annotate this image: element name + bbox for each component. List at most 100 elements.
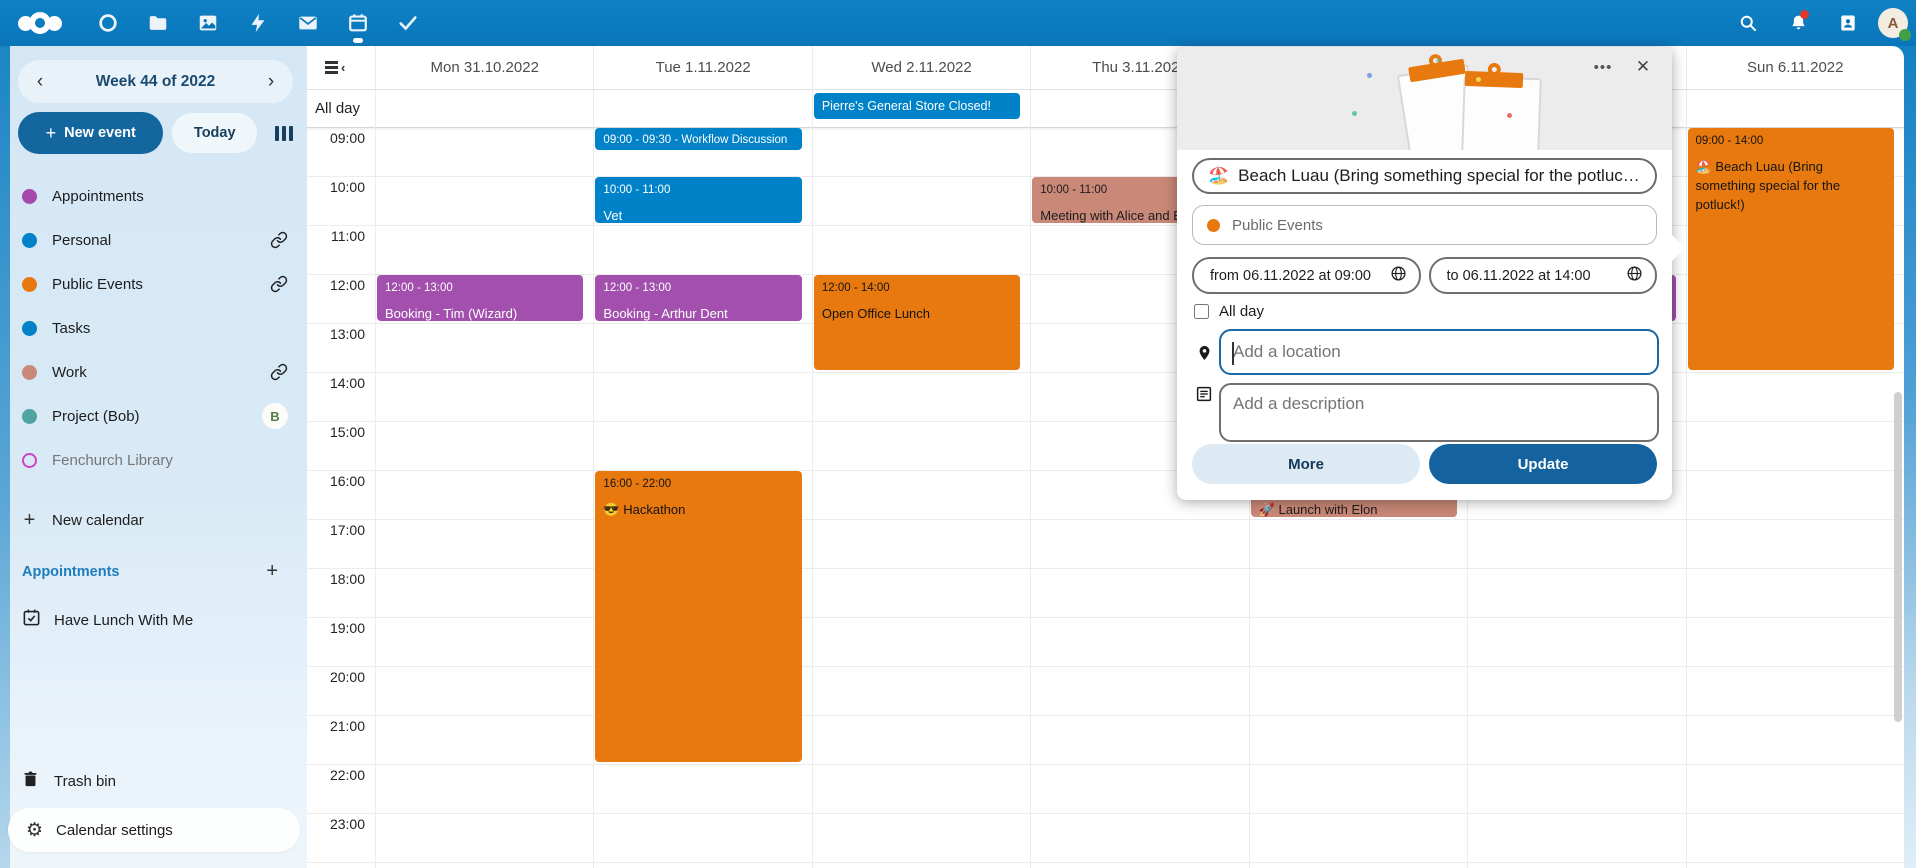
new-event-button[interactable]: + New event: [18, 112, 163, 154]
contacts-menu-icon[interactable]: [1828, 0, 1868, 46]
mail-app-icon[interactable]: [288, 0, 328, 46]
nextcloud-logo[interactable]: [18, 0, 62, 46]
sidebar-calendar-appointments[interactable]: Appointments: [10, 174, 300, 218]
all-day-event[interactable]: Pierre's General Store Closed!: [814, 93, 1020, 119]
all-day-cell-2[interactable]: Pierre's General Store Closed!: [812, 90, 1030, 127]
user-avatar[interactable]: A: [1878, 8, 1908, 38]
week-navigation: ‹ Week 44 of 2022 ›: [18, 60, 293, 103]
sidebar-calendar-personal[interactable]: Personal: [10, 218, 300, 262]
files-app-icon[interactable]: [138, 0, 178, 46]
all-day-checkbox[interactable]: [1194, 304, 1209, 319]
hour-label: 18:00: [330, 571, 365, 587]
calendar-app-icon[interactable]: [338, 0, 378, 46]
event-title-input[interactable]: 🏖️ Beach Luau (Bring something special f…: [1192, 158, 1657, 194]
sidebar-calendar-project-bob-[interactable]: Project (Bob)B: [10, 394, 300, 438]
section-title: Appointments: [22, 564, 266, 580]
day-column-6[interactable]: 09:00 - 14:00 🏖️ Beach Luau (Bring someth…: [1686, 127, 1904, 868]
update-button[interactable]: Update: [1429, 444, 1657, 484]
day-header-1[interactable]: Tue 1.11.2022: [593, 46, 811, 89]
contacts-app-icon[interactable]: [88, 0, 128, 46]
new-calendar-label: New calendar: [52, 512, 144, 529]
calendar-event[interactable]: 09:00 - 09:30 - Workflow Discussion: [595, 128, 801, 150]
nextcloud-calendar-app: A ‹ Week 44 of 2022 › + New event Today …: [0, 0, 1916, 868]
calendar-name: Work: [52, 364, 270, 381]
previous-week-button[interactable]: ‹: [18, 71, 62, 93]
share-link-icon[interactable]: [270, 275, 288, 293]
calendar-name: Project (Bob): [52, 408, 262, 425]
day-column-0[interactable]: 12:00 - 13:00Booking - Tim (Wizard): [375, 127, 593, 868]
calendar-event[interactable]: 12:00 - 14:00Open Office Lunch: [814, 275, 1020, 370]
calendar-color-dot: [22, 189, 37, 204]
hour-label: 09:00: [330, 130, 365, 146]
description-input[interactable]: [1221, 385, 1657, 440]
calendar-event[interactable]: 10:00 - 11:00Vet: [595, 177, 801, 223]
hour-label: 10:00: [330, 179, 365, 195]
event-time: 09:00 - 14:00: [1696, 133, 1886, 150]
event-time: 10:00 - 11:00: [603, 182, 793, 199]
search-icon[interactable]: [1728, 0, 1768, 46]
all-day-label: All day: [315, 90, 360, 127]
all-day-cell-1[interactable]: [593, 90, 811, 127]
day-header-2[interactable]: Wed 2.11.2022: [812, 46, 1030, 89]
day-column-2[interactable]: 12:00 - 14:00Open Office Lunch: [812, 127, 1030, 868]
calendar-name: Appointments: [52, 188, 288, 205]
sidebar-calendar-tasks[interactable]: Tasks: [10, 306, 300, 350]
event-editor-popup: + ••• ✕ 🏖️ Beach Luau (Bring something s…: [1177, 47, 1672, 500]
all-day-cell-0[interactable]: [375, 90, 593, 127]
more-button[interactable]: More: [1192, 444, 1420, 484]
sidebar-calendar-public-events[interactable]: Public Events: [10, 262, 300, 306]
notification-badge: [1800, 10, 1809, 19]
calendar-color-dot: [22, 409, 37, 424]
today-button[interactable]: Today: [172, 113, 257, 153]
logo-ring: [29, 12, 51, 34]
appointments-section-header: Appointments +: [22, 560, 292, 583]
start-datetime-picker[interactable]: from 06.11.2022 at 09:00: [1192, 257, 1421, 294]
calendar-event[interactable]: 16:00 - 22:00😎 Hackathon: [595, 471, 801, 762]
photos-app-icon[interactable]: [188, 0, 228, 46]
calendar-picker[interactable]: Public Events: [1192, 205, 1657, 245]
hour-label: 19:00: [330, 620, 365, 636]
hour-label: 22:00: [330, 767, 365, 783]
day-header-6[interactable]: Sun 6.11.2022: [1686, 46, 1904, 89]
status-online-dot: [1899, 29, 1911, 41]
timezone-globe-icon[interactable]: [1626, 265, 1643, 287]
day-header-0[interactable]: Mon 31.10.2022: [375, 46, 593, 89]
close-icon[interactable]: ✕: [1628, 57, 1658, 83]
new-calendar-button[interactable]: +New calendar: [10, 498, 300, 542]
timezone-globe-icon[interactable]: [1390, 265, 1407, 287]
share-link-icon[interactable]: [270, 231, 288, 249]
calendar-event[interactable]: 09:00 - 14:00 🏖️ Beach Luau (Bring someth…: [1688, 128, 1894, 370]
calendar-event[interactable]: 12:00 - 13:00Booking - Arthur Dent: [595, 275, 801, 321]
location-input[interactable]: [1221, 331, 1657, 373]
calendar-picker-value: Public Events: [1232, 217, 1323, 234]
description-icon: [1189, 383, 1219, 403]
add-appointment-config-button[interactable]: +: [266, 560, 292, 583]
end-datetime-picker[interactable]: to 06.11.2022 at 14:00: [1429, 257, 1658, 294]
activity-app-icon[interactable]: [238, 0, 278, 46]
sidebar-calendar-fenchurch-library[interactable]: Fenchurch Library: [10, 438, 300, 482]
week-label[interactable]: Week 44 of 2022: [62, 73, 249, 91]
appointment-config-item[interactable]: Have Lunch With Me: [10, 598, 300, 642]
next-week-button[interactable]: ›: [249, 71, 293, 93]
share-link-icon[interactable]: [270, 363, 288, 381]
view-columns-icon[interactable]: [275, 126, 293, 141]
calendar-color-dot: [22, 277, 37, 292]
event-title: 🏖️ Beach Luau (Bring something special f…: [1696, 157, 1886, 214]
calendar-event[interactable]: 12:00 - 13:00Booking - Tim (Wizard): [377, 275, 583, 321]
location-input-wrapper: [1219, 329, 1659, 375]
notifications-bell-icon[interactable]: [1778, 0, 1818, 46]
event-time: 16:00 - 22:00: [603, 476, 793, 493]
calendar-color-dot: [22, 321, 37, 336]
shared-by-avatar: B: [262, 403, 288, 429]
all-day-cell-6[interactable]: [1686, 90, 1904, 127]
all-day-checkbox-row[interactable]: All day: [1194, 303, 1264, 320]
calendar-settings-button[interactable]: ⚙ Calendar settings: [8, 808, 300, 852]
hour-label: 16:00: [330, 473, 365, 489]
event-title: Booking - Tim (Wizard): [385, 304, 575, 321]
vertical-scrollbar[interactable]: [1894, 392, 1902, 722]
trash-bin-item[interactable]: Trash bin: [10, 759, 300, 803]
tasks-app-icon[interactable]: [388, 0, 428, 46]
popup-more-actions-icon[interactable]: •••: [1588, 59, 1618, 85]
sidebar-calendar-work[interactable]: Work: [10, 350, 300, 394]
day-column-1[interactable]: 09:00 - 09:30 - Workflow Discussion 10:00…: [593, 127, 811, 868]
